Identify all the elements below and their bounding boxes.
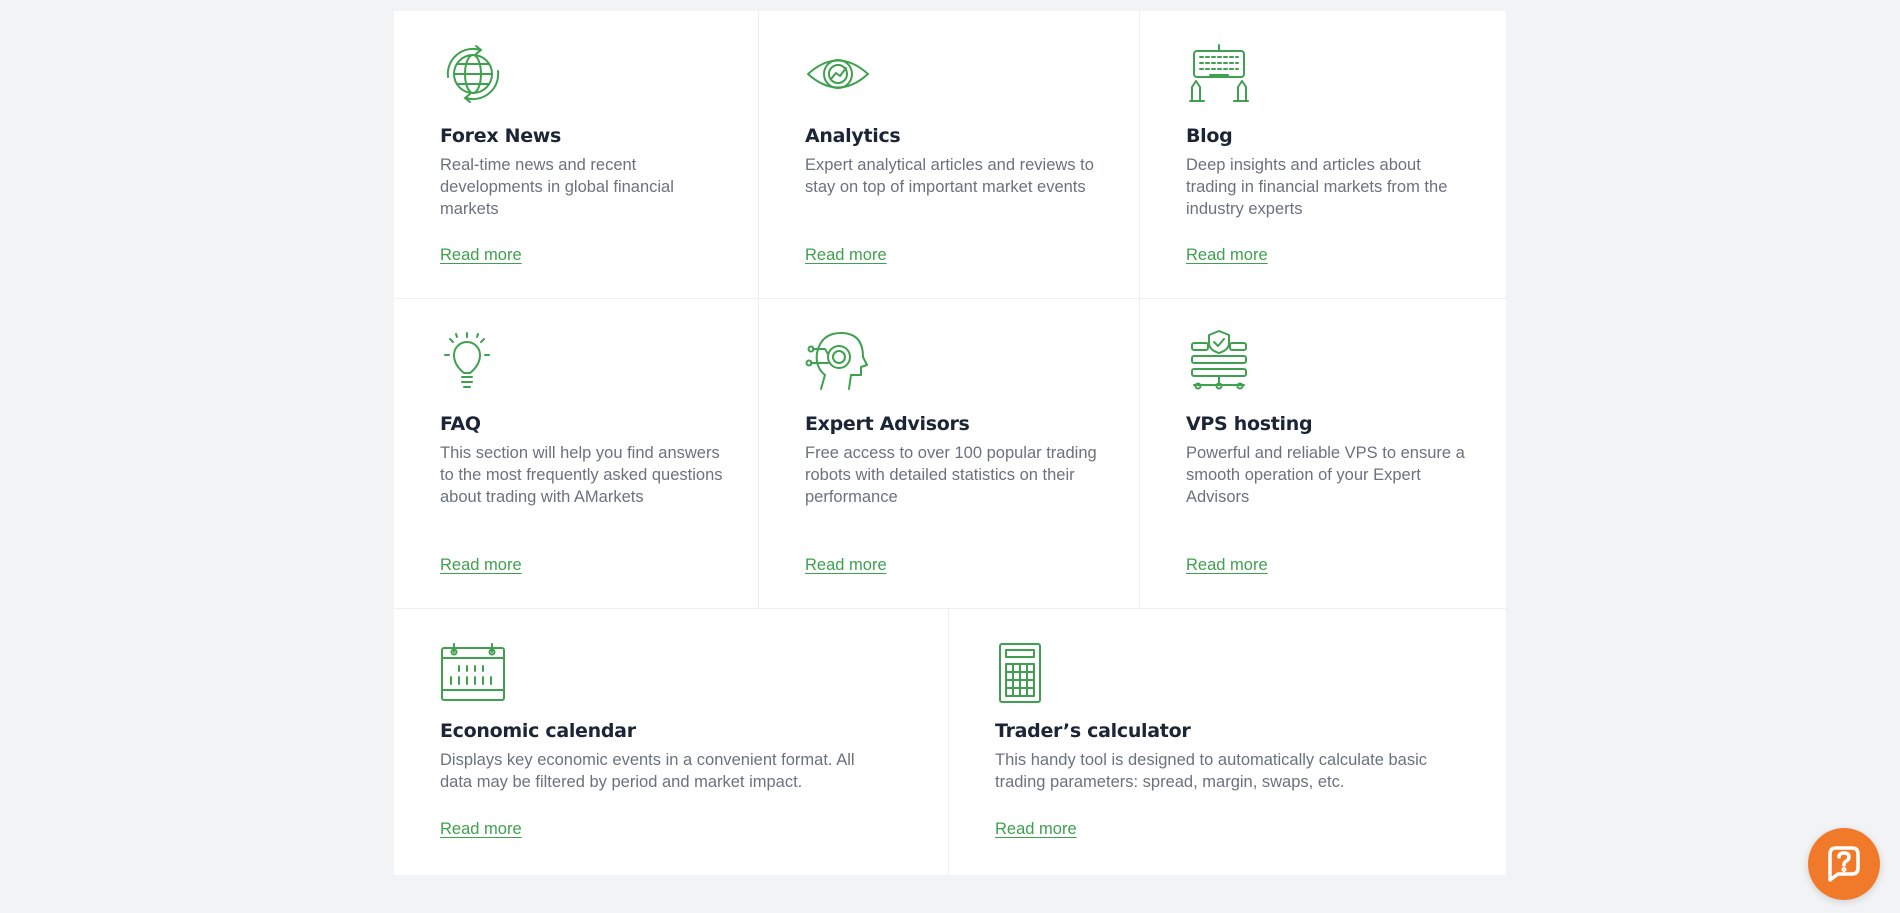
card-title: Forex News: [440, 125, 562, 147]
card-traders-calculator: Trader’s calculator This handy tool is d…: [949, 609, 1506, 875]
card-title: Expert Advisors: [805, 413, 970, 435]
calculator-icon: [995, 642, 1061, 708]
card-description: Expert analytical articles and reviews t…: [805, 156, 1094, 196]
read-more-link[interactable]: Read more: [440, 246, 522, 265]
lightbulb-icon: [440, 329, 506, 395]
server-shield-icon: [1186, 329, 1252, 395]
support-chat-button[interactable]: [1808, 828, 1880, 900]
globe-icon: [440, 41, 506, 107]
card-description: Powerful and reliable VPS to ensure a sm…: [1186, 444, 1465, 506]
card-description: Real-time news and recent developments i…: [440, 156, 674, 218]
card-vps-hosting: VPS hosting Powerful and reliable VPS to…: [1140, 299, 1506, 609]
read-more-link[interactable]: Read more: [1186, 246, 1268, 265]
card-title: VPS hosting: [1186, 413, 1313, 435]
keyboard-hands-icon: [1186, 41, 1252, 107]
card-title: Trader’s calculator: [995, 720, 1191, 742]
card-blog: Blog Deep insights and articles about tr…: [1140, 11, 1506, 299]
robot-head-icon: [805, 329, 871, 395]
services-grid: Forex News Real-time news and recent dev…: [394, 11, 1506, 875]
card-faq: FAQ This section will help you find answ…: [394, 299, 759, 609]
card-title: Economic calendar: [440, 720, 636, 742]
read-more-link[interactable]: Read more: [805, 246, 887, 265]
calendar-icon: [440, 642, 506, 708]
card-title: Blog: [1186, 125, 1233, 147]
read-more-link[interactable]: Read more: [1186, 556, 1268, 575]
card-forex-news: Forex News Real-time news and recent dev…: [394, 11, 759, 299]
read-more-link[interactable]: Read more: [995, 820, 1077, 839]
card-expert-advisors: Expert Advisors Free access to over 100 …: [759, 299, 1140, 609]
card-description: Displays key economic events in a conven…: [440, 751, 855, 791]
card-description: This section will help you find answers …: [440, 444, 723, 506]
question-mark-icon: [1828, 846, 1860, 882]
read-more-link[interactable]: Read more: [440, 820, 522, 839]
card-analytics: Analytics Expert analytical articles and…: [759, 11, 1140, 299]
card-economic-calendar: Economic calendar Displays key economic …: [394, 609, 949, 875]
card-description: This handy tool is designed to automatic…: [995, 751, 1427, 791]
read-more-link[interactable]: Read more: [440, 556, 522, 575]
card-description: Free access to over 100 popular trading …: [805, 444, 1097, 506]
card-title: FAQ: [440, 413, 481, 435]
card-title: Analytics: [805, 125, 901, 147]
read-more-link[interactable]: Read more: [805, 556, 887, 575]
card-description: Deep insights and articles about trading…: [1186, 156, 1448, 218]
eye-icon: [805, 41, 871, 107]
